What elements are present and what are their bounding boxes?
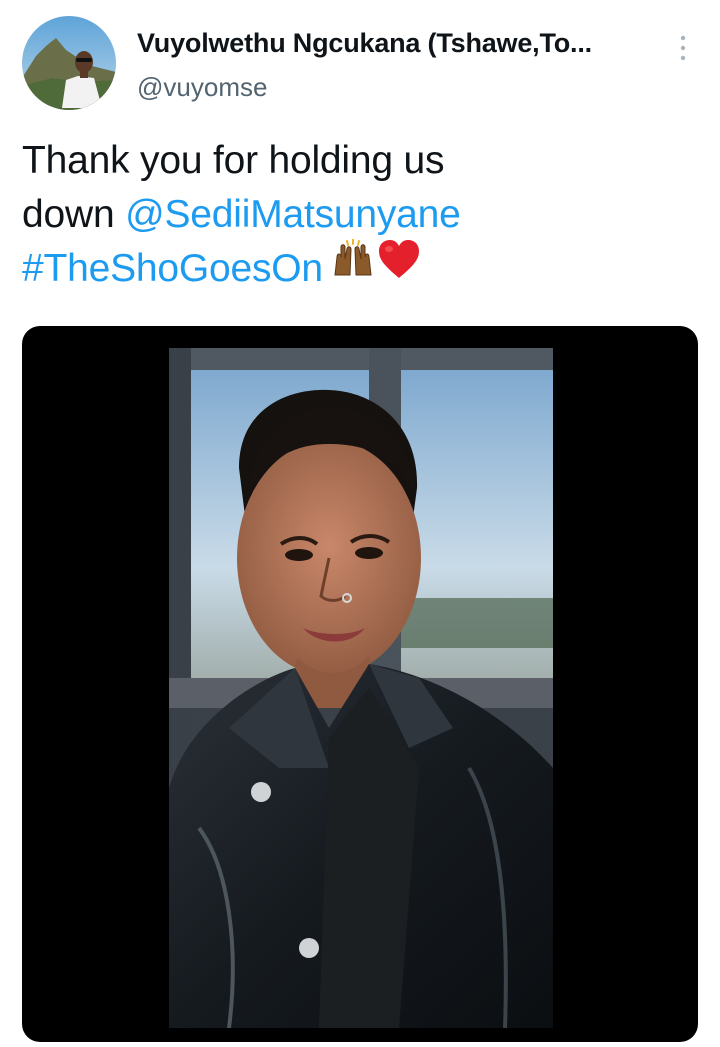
portrait-photo [169, 348, 553, 1028]
tweet-text-prefix: down [22, 193, 126, 236]
raising-hands-emoji-icon [331, 238, 375, 294]
tweet-text-line-3: #TheShoGoesOn [22, 238, 702, 299]
mention-link[interactable]: @SediiMatsunyane [125, 193, 461, 236]
red-heart-emoji-icon [377, 238, 421, 295]
more-options-button[interactable] [668, 28, 698, 68]
hashtag-link[interactable]: #TheShoGoesOn [22, 247, 323, 290]
tweet-text: Thank you for holding us down @SediiMats… [22, 134, 702, 299]
tweet-header: Vuyolwethu Ngcukana (Tshawe,To... @vuyom… [0, 0, 720, 120]
author-avatar[interactable] [22, 16, 116, 110]
tweet-media[interactable] [22, 326, 698, 1042]
vertical-ellipsis-icon [680, 35, 686, 61]
author-name[interactable]: Vuyolwethu Ngcukana (Tshawe,To... [137, 28, 657, 59]
avatar-photo [22, 16, 116, 110]
media-photo [169, 348, 553, 1028]
author-handle[interactable]: @vuyomse [137, 72, 267, 103]
tweet-text-line-2: down @SediiMatsunyane [22, 188, 702, 242]
tweet-text-line-1: Thank you for holding us [22, 139, 445, 182]
